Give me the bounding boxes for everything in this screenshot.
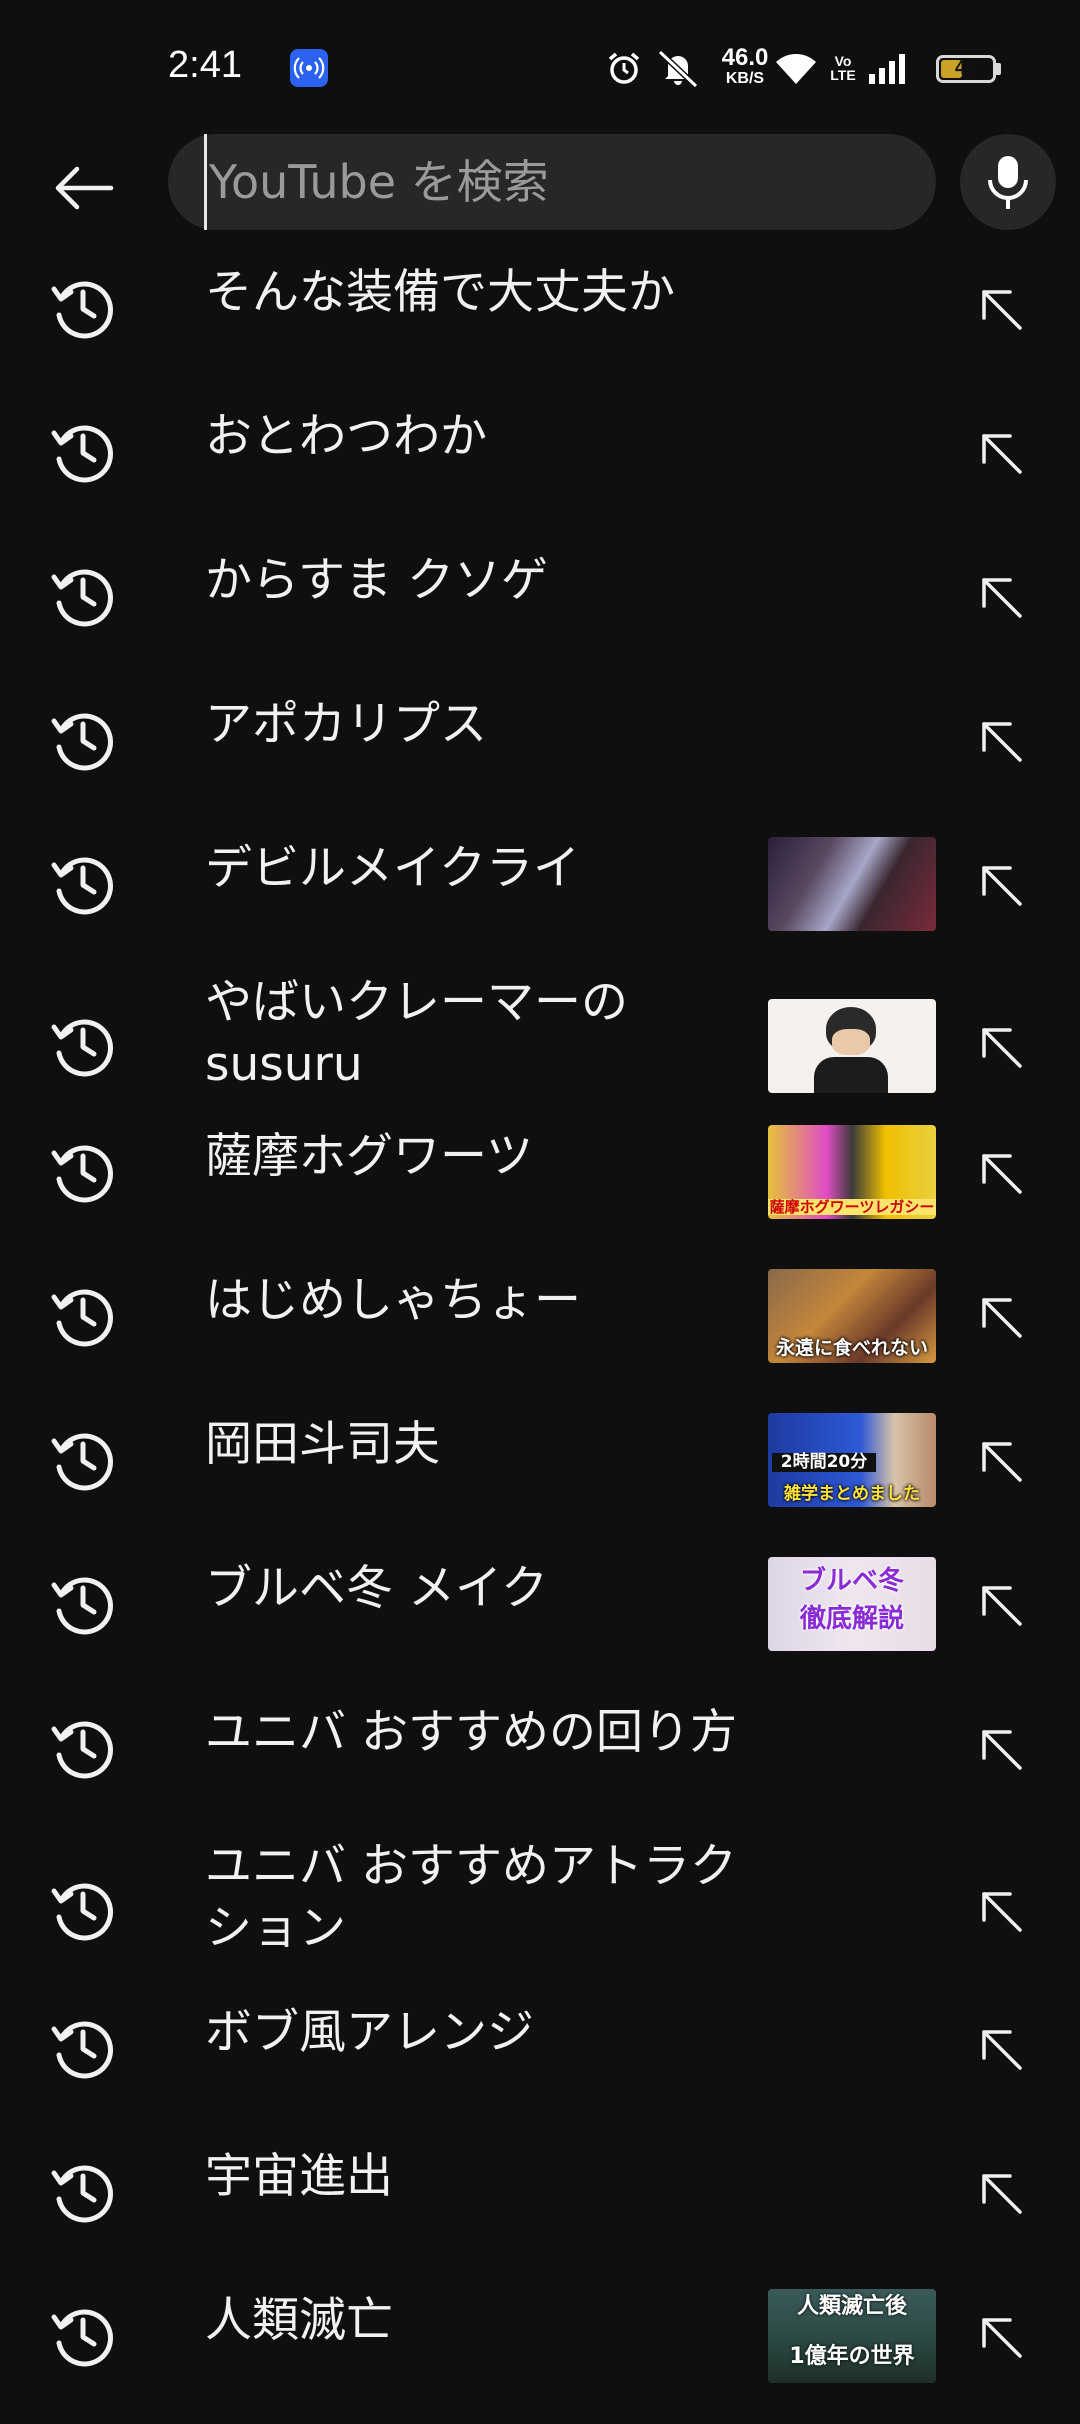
suggestion-label: 岡田斗司夫 xyxy=(205,1417,440,1472)
suggestion-label: アポカリプス xyxy=(205,697,487,752)
microphone-icon xyxy=(988,156,1028,209)
signal-icon xyxy=(869,54,905,84)
suggestion-label: ブルベ冬 メイク xyxy=(205,1561,548,1616)
suggestion-row[interactable]: ユニバ おすすめの回り方 xyxy=(0,1692,1080,1836)
history-clock-icon xyxy=(51,2021,113,2079)
suggestion-label: おとわつわか xyxy=(205,409,487,464)
status-bar: 2:41 46.0 KB/S Vo LTE 42 xyxy=(0,0,1080,130)
suggestion-row[interactable]: やばいクレーマーの susuru xyxy=(0,972,1080,1128)
history-clock-icon xyxy=(51,1883,113,1941)
history-clock-icon xyxy=(51,281,113,339)
suggestion-label: デビルメイクライ xyxy=(205,841,581,896)
history-clock-icon xyxy=(51,569,113,627)
arrow-up-left-icon[interactable] xyxy=(970,566,1030,626)
suggestion-thumbnail xyxy=(768,999,936,1093)
suggestion-row[interactable]: 宇宙進出 xyxy=(0,2136,1080,2280)
history-clock-icon xyxy=(51,1433,113,1491)
suggestion-row[interactable]: ユニバ おすすめアトラクション xyxy=(0,1836,1080,1992)
search-box[interactable] xyxy=(168,134,936,230)
suggestion-label: ユニバ おすすめアトラクション xyxy=(205,1839,737,1956)
suggestion-row[interactable]: 人類滅亡 人類滅亡後 1億年の世界 xyxy=(0,2280,1080,2424)
suggestion-row[interactable]: ボブ風アレンジ xyxy=(0,1992,1080,2136)
arrow-up-left-icon[interactable] xyxy=(970,1016,1030,1076)
person-body xyxy=(814,1057,888,1093)
suggestion-label: ボブ風アレンジ xyxy=(205,2005,534,2060)
suggestion-row[interactable]: 岡田斗司夫 2時間20分雑学まとめました xyxy=(0,1404,1080,1548)
history-clock-icon xyxy=(51,1289,113,1347)
suggestion-row[interactable]: からすま クソゲ xyxy=(0,540,1080,684)
person-face xyxy=(832,1029,870,1055)
thumbnail-caption-secondary: 1億年の世界 xyxy=(789,2344,915,2369)
suggestion-thumbnail: 永遠に食べれない xyxy=(768,1269,936,1363)
arrow-up-left-icon[interactable] xyxy=(970,1286,1030,1346)
thumbnail-caption-secondary: 徹底解説 xyxy=(799,1604,904,1634)
status-time: 2:41 xyxy=(168,44,242,86)
arrow-up-left-icon[interactable] xyxy=(970,1430,1030,1490)
arrow-left-icon xyxy=(55,166,114,210)
thumbnail-caption-secondary: 2時間20分 xyxy=(772,1453,876,1472)
history-clock-icon xyxy=(51,1577,113,1635)
suggestion-label: 薩摩ホグワーツ xyxy=(205,1129,534,1184)
history-clock-icon xyxy=(51,713,113,771)
suggestion-thumbnail: 2時間20分雑学まとめました xyxy=(768,1413,936,1507)
arrow-up-left-icon[interactable] xyxy=(970,422,1030,482)
arrow-up-left-icon[interactable] xyxy=(970,1718,1030,1778)
volte-indicator: Vo LTE xyxy=(830,53,856,83)
thumbnail-caption: 雑学まとめました xyxy=(784,1484,920,1505)
suggestion-row[interactable]: 薩摩ホグワーツ薩摩ホグワーツレガシー xyxy=(0,1116,1080,1260)
suggestion-label: からすま クソゲ xyxy=(205,553,548,608)
suggestion-label: やばいクレーマーの susuru xyxy=(205,975,628,1092)
suggestion-thumbnail xyxy=(768,837,936,931)
suggestion-row[interactable]: おとわつわか xyxy=(0,396,1080,540)
battery-tip xyxy=(996,63,1001,75)
thumbnail-caption: 人類滅亡後 xyxy=(796,2294,907,2319)
suggestion-row[interactable]: アポカリプス xyxy=(0,684,1080,828)
suggestion-row[interactable]: デビルメイクライ xyxy=(0,828,1080,972)
arrow-up-left-icon[interactable] xyxy=(970,710,1030,770)
suggestion-label: 人類滅亡 xyxy=(205,2293,393,2348)
search-input[interactable] xyxy=(204,134,904,230)
battery-icon: 42 xyxy=(936,55,996,83)
suggestion-thumbnail: 人類滅亡後 1億年の世界 xyxy=(768,2289,936,2383)
history-clock-icon xyxy=(51,1721,113,1779)
suggestion-label: ユニバ おすすめの回り方 xyxy=(205,1705,737,1760)
voice-search-button[interactable] xyxy=(960,134,1056,230)
history-clock-icon xyxy=(51,1019,113,1077)
suggestion-label: 宇宙進出 xyxy=(205,2149,393,2204)
back-button[interactable] xyxy=(45,148,125,228)
search-header xyxy=(0,130,1080,240)
arrow-up-left-icon[interactable] xyxy=(970,278,1030,338)
network-speed: 46.0 KB/S xyxy=(721,44,769,87)
history-clock-icon xyxy=(51,857,113,915)
history-clock-icon xyxy=(51,2309,113,2367)
suggestion-thumbnail: ブルベ冬 徹底解説 xyxy=(768,1557,936,1651)
history-clock-icon xyxy=(51,2165,113,2223)
history-clock-icon xyxy=(51,425,113,483)
history-clock-icon xyxy=(51,1145,113,1203)
alarm-icon xyxy=(608,52,640,84)
thumbnail-caption: 薩摩ホグワーツレガシー xyxy=(768,1197,936,1216)
suggestion-label: そんな装備で大丈夫か xyxy=(205,265,675,320)
thumbnail-caption: 永遠に食べれない xyxy=(775,1337,928,1360)
arrow-up-left-icon[interactable] xyxy=(970,2018,1030,2078)
suggestion-row[interactable]: ブルベ冬 メイク ブルベ冬徹底解説 xyxy=(0,1548,1080,1692)
wifi-icon xyxy=(776,54,816,84)
mute-bell-icon xyxy=(657,49,699,88)
arrow-up-left-icon[interactable] xyxy=(970,1880,1030,1940)
arrow-up-left-icon[interactable] xyxy=(970,2162,1030,2222)
suggestion-row[interactable]: はじめしゃちょー永遠に食べれない xyxy=(0,1260,1080,1404)
arrow-up-left-icon[interactable] xyxy=(970,1574,1030,1634)
hotspot-icon xyxy=(290,49,328,87)
thumbnail-caption: ブルベ冬 xyxy=(799,1566,904,1596)
arrow-up-left-icon[interactable] xyxy=(970,1142,1030,1202)
suggestion-row[interactable]: そんな装備で大丈夫か xyxy=(0,252,1080,396)
status-icons: 46.0 KB/S Vo LTE 42 xyxy=(606,44,1006,94)
suggestion-label: はじめしゃちょー xyxy=(205,1273,581,1328)
suggestion-thumbnail: 薩摩ホグワーツレガシー xyxy=(768,1125,936,1219)
arrow-up-left-icon[interactable] xyxy=(970,2306,1030,2366)
arrow-up-left-icon[interactable] xyxy=(970,854,1030,914)
